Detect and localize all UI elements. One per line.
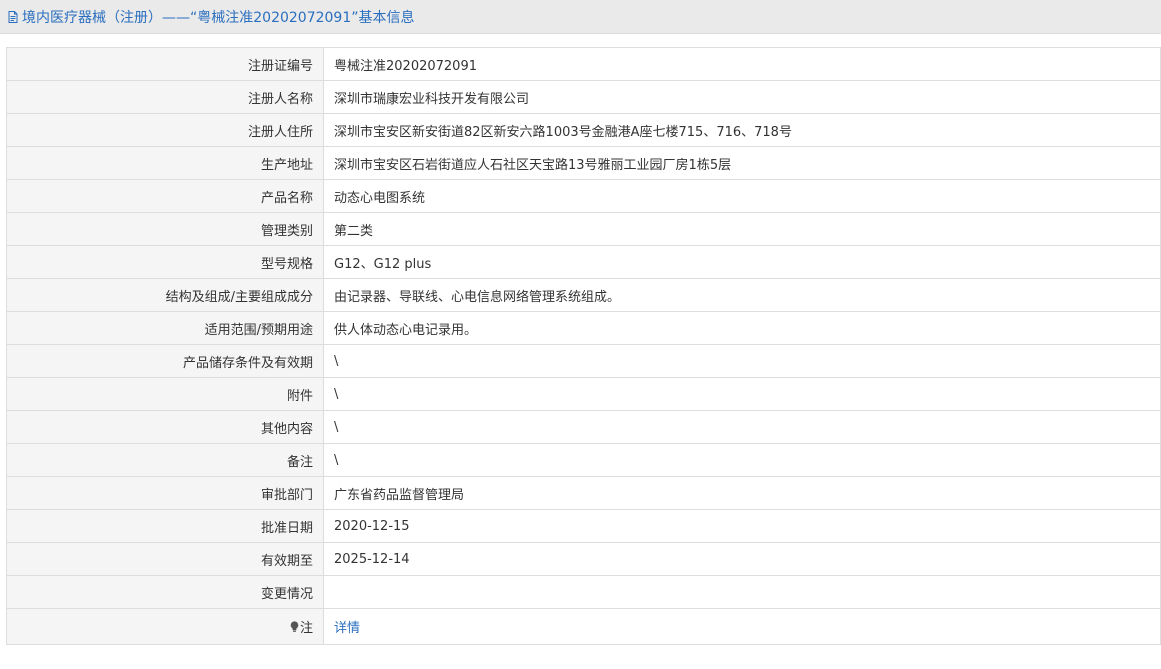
row-label: 产品名称: [6, 179, 324, 213]
note-label-cell: 注: [6, 608, 324, 645]
row-label: 变更情况: [6, 575, 324, 609]
table-row: 产品名称 动态心电图系统: [6, 179, 1161, 213]
row-value: \: [323, 344, 1161, 378]
row-label: 产品储存条件及有效期: [6, 344, 324, 378]
table-row: 有效期至 2025-12-14: [6, 542, 1161, 576]
details-link[interactable]: 详情: [334, 621, 360, 636]
row-value: \: [323, 443, 1161, 477]
row-label: 生产地址: [6, 146, 324, 180]
table-row: 附件 \: [6, 377, 1161, 411]
row-value: G12、G12 plus: [323, 245, 1161, 279]
row-label: 管理类别: [6, 212, 324, 246]
row-label: 结构及组成/主要组成成分: [6, 278, 324, 312]
row-value: 粤械注准20202072091: [323, 47, 1161, 81]
row-label: 审批部门: [6, 476, 324, 510]
row-value: 深圳市宝安区石岩街道应人石社区天宝路13号雅丽工业园厂房1栋5层: [323, 146, 1161, 180]
row-label: 其他内容: [6, 410, 324, 444]
row-value: 广东省药品监督管理局: [323, 476, 1161, 510]
row-value: 动态心电图系统: [323, 179, 1161, 213]
row-value: 第二类: [323, 212, 1161, 246]
row-label: 附件: [6, 377, 324, 411]
page-header: 境内医疗器械（注册）——“粤械注准20202072091”基本信息: [0, 0, 1161, 34]
table-row: 注册人名称 深圳市瑞康宏业科技开发有限公司: [6, 80, 1161, 114]
page-title: 境内医疗器械（注册）——“粤械注准20202072091”基本信息: [22, 9, 415, 26]
table-row: 其他内容 \: [6, 410, 1161, 444]
note-value-cell: 详情: [323, 608, 1161, 645]
table-row: 批准日期 2020-12-15: [6, 509, 1161, 543]
row-value: 供人体动态心电记录用。: [323, 311, 1161, 345]
table-row: 生产地址 深圳市宝安区石岩街道应人石社区天宝路13号雅丽工业园厂房1栋5层: [6, 146, 1161, 180]
row-label: 适用范围/预期用途: [6, 311, 324, 345]
note-label: 注: [299, 621, 313, 636]
row-label: 型号规格: [6, 245, 324, 279]
row-value: 2025-12-14: [323, 542, 1161, 576]
row-label: 注册人住所: [6, 113, 324, 147]
row-value: 2020-12-15: [323, 509, 1161, 543]
table-row: 型号规格 G12、G12 plus: [6, 245, 1161, 279]
row-label: 备注: [6, 443, 324, 477]
row-label: 有效期至: [6, 542, 324, 576]
row-label: 注册人名称: [6, 80, 324, 114]
row-value: \: [323, 377, 1161, 411]
row-value: [323, 575, 1161, 609]
table-row: 适用范围/预期用途 供人体动态心电记录用。: [6, 311, 1161, 345]
table-row: 变更情况: [6, 575, 1161, 609]
table-row: 结构及组成/主要组成成分 由记录器、导联线、心电信息网络管理系统组成。: [6, 278, 1161, 312]
table-row: 管理类别 第二类: [6, 212, 1161, 246]
note-row: 注 详情: [6, 608, 1161, 645]
row-label: 注册证编号: [6, 47, 324, 81]
row-value: \: [323, 410, 1161, 444]
table-row: 产品储存条件及有效期 \: [6, 344, 1161, 378]
table-row: 备注 \: [6, 443, 1161, 477]
row-value: 深圳市瑞康宏业科技开发有限公司: [323, 80, 1161, 114]
row-value: 由记录器、导联线、心电信息网络管理系统组成。: [323, 278, 1161, 312]
table-row: 注册人住所 深圳市宝安区新安街道82区新安六路1003号金融港A座七楼715、7…: [6, 113, 1161, 147]
lightbulb-icon: [290, 621, 299, 633]
table-row: 注册证编号 粤械注准20202072091: [6, 47, 1161, 81]
info-table: 注册证编号 粤械注准20202072091 注册人名称 深圳市瑞康宏业科技开发有…: [6, 47, 1161, 645]
row-label: 批准日期: [6, 509, 324, 543]
table-row: 审批部门 广东省药品监督管理局: [6, 476, 1161, 510]
document-icon: [6, 10, 20, 24]
row-value: 深圳市宝安区新安街道82区新安六路1003号金融港A座七楼715、716、718…: [323, 113, 1161, 147]
